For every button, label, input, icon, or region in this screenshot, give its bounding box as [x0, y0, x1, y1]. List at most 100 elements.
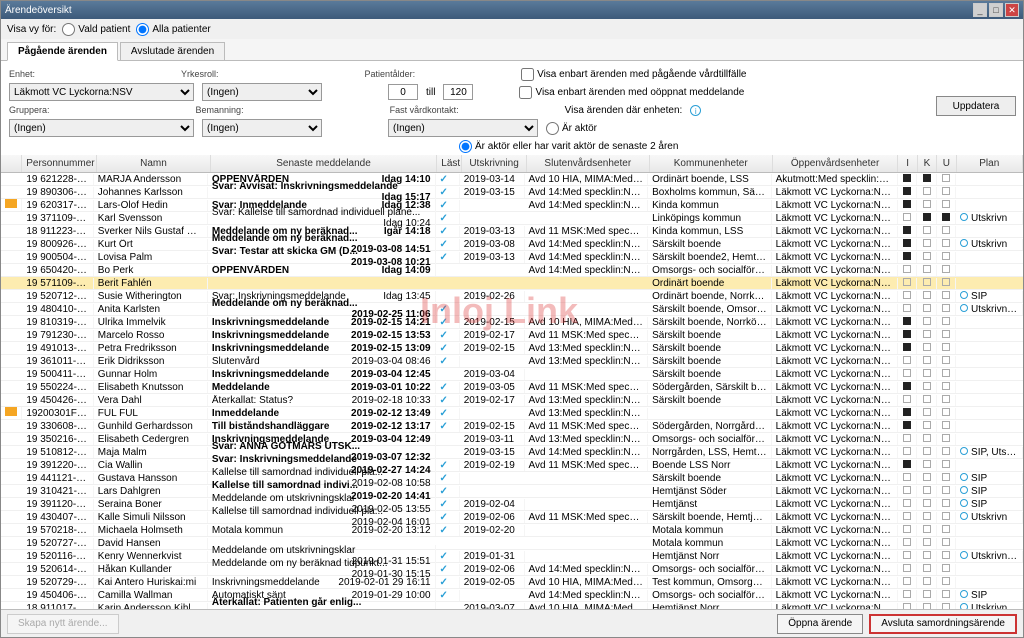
show-label: Visa ärenden där enheten:	[565, 105, 683, 116]
table-row[interactable]: 19 810319-9241Ulrika ImmelvikInskrivning…	[1, 316, 1023, 329]
table-row[interactable]: 19 791230-9296Marcelo RossoInskrivningsm…	[1, 329, 1023, 342]
col-disch[interactable]: Utskrivning	[462, 155, 527, 172]
check-icon: ✓	[440, 252, 448, 263]
table-row[interactable]: 19 800926-9252Kurt ÖrtMeddelande om ny b…	[1, 238, 1023, 251]
cb-meddelande[interactable]: Visa enbart ärenden med oöppnat meddelan…	[519, 86, 744, 99]
check-icon: ✓	[440, 382, 448, 393]
check-icon: ✓	[440, 577, 448, 588]
flag-icon	[5, 407, 17, 416]
col-i[interactable]: I	[898, 155, 917, 172]
tab-pagaende[interactable]: Pågående ärenden	[7, 42, 118, 61]
table-row[interactable]: 19 520727-2252David Hansen Motala kommun…	[1, 537, 1023, 550]
table-row[interactable]: 19 510812-2143Maja MalmSvar: ANNA GÖTMAR…	[1, 446, 1023, 459]
yrkesroll-select[interactable]: (Ingen)	[202, 83, 322, 101]
info-icon[interactable]: i	[690, 105, 701, 116]
col-komm[interactable]: Kommunenheter	[650, 155, 773, 172]
check-icon: ✓	[440, 421, 448, 432]
col-slut[interactable]: Slutenvårdsenheter	[527, 155, 650, 172]
table-row[interactable]: 19 621228-2583MARJA AnderssonÖPPENVÅRDEN…	[1, 173, 1023, 186]
table-row[interactable]: 18 911017-9802Karin Andersson KihlbergÅt…	[1, 602, 1023, 609]
table-row[interactable]: 19 900504-2388Lovisa PalmSvar: Testar at…	[1, 251, 1023, 264]
flag-icon	[5, 199, 17, 208]
table-row[interactable]: 19 371109-9113Karl SvenssonSvar: Kallels…	[1, 212, 1023, 225]
check-icon: ✓	[440, 213, 448, 224]
radio-aktor-2ar[interactable]: Är aktör eller har varit aktör de senast…	[459, 140, 678, 153]
table-row[interactable]: 19 570218-2568Michaela HolmsethMotala ko…	[1, 524, 1023, 537]
table-row[interactable]: 19 450426-9087Vera DahlÅterkallat: Statu…	[1, 394, 1023, 407]
cb-vardtillfalle[interactable]: Visa enbart ärenden med pågående vårdtil…	[521, 68, 746, 81]
check-icon: ✓	[440, 473, 448, 484]
update-button[interactable]: Uppdatera	[936, 96, 1016, 116]
window-title: Ärendeöversikt	[5, 5, 971, 16]
view-for-label: Visa vy för:	[7, 24, 56, 35]
check-icon: ✓	[440, 356, 448, 367]
table-row[interactable]: 19 650420-3792Bo PerkÖPPENVÅRDEN Idag 14…	[1, 264, 1023, 277]
table-row[interactable]: 19 430407-4695Kalle Simuli NilssonKallel…	[1, 511, 1023, 524]
col-name[interactable]: Namn	[97, 155, 211, 172]
table-row[interactable]: 19 571109-2642Berit Fahlén Ordinärt boen…	[1, 277, 1023, 290]
table-row[interactable]: 19 520712-2184Susie WitheringtonSvar: In…	[1, 290, 1023, 303]
tabs: Pågående ärenden Avslutade ärenden	[1, 39, 1023, 61]
table-row[interactable]: 19 450406-9248Camilla WallmanAutomatiskt…	[1, 589, 1023, 602]
check-icon: ✓	[440, 486, 448, 497]
table-row[interactable]: 19 520614-2597Håkan KullanderMeddelande …	[1, 563, 1023, 576]
table-row[interactable]: 19 441121-9183Gustava HanssonKallelse ti…	[1, 472, 1023, 485]
close-coord-button[interactable]: Avsluta samordningsärende	[869, 614, 1017, 634]
fvk-label: Fast vårdkontakt:	[390, 105, 459, 115]
check-icon: ✓	[440, 317, 448, 328]
col-pn[interactable]: Personnummer	[22, 155, 97, 172]
bemanning-select[interactable]: (Ingen)	[202, 119, 322, 137]
table-row[interactable]: 19 391220-7242Cia WallinSvar: Inskrivnin…	[1, 459, 1023, 472]
table-row[interactable]: 19 550224-2887Elisabeth KnutssonMeddelan…	[1, 381, 1023, 394]
table-row[interactable]: 19 310421-9096Lars DahlgrenKallelse till…	[1, 485, 1023, 498]
maximize-button[interactable]: □	[989, 3, 1003, 17]
check-icon: ✓	[440, 343, 448, 354]
check-icon: ✓	[440, 187, 448, 198]
check-icon: ✓	[440, 512, 448, 523]
footer: Skapa nytt ärende... Öppna ärende Avslut…	[1, 609, 1023, 637]
check-icon: ✓	[440, 590, 448, 601]
table-row[interactable]: 19 491013-2507Petra FredrikssonInskrivni…	[1, 342, 1023, 355]
table-row[interactable]: 18 911223-9810Sverker Nils Gustaf Stenlu…	[1, 225, 1023, 238]
till-label: till	[426, 87, 435, 98]
table-row[interactable]: 19 500411-2354Gunnar HolmInskrivningsmed…	[1, 368, 1023, 381]
table-row[interactable]: 19 620317-3056Lars-Olof HedinSvar: Inmed…	[1, 199, 1023, 212]
minimize-button[interactable]: _	[973, 3, 987, 17]
bemanning-label: Bemanning:	[196, 105, 244, 115]
check-icon: ✓	[440, 564, 448, 575]
col-last[interactable]: Läst	[437, 155, 462, 172]
col-k[interactable]: K	[918, 155, 937, 172]
enhet-label: Enhet:	[9, 69, 35, 79]
open-button[interactable]: Öppna ärende	[777, 614, 863, 634]
fvk-select[interactable]: (Ingen)	[388, 119, 538, 137]
table-row[interactable]: 19 520729-9291Kai Antero Huriskai:miInsk…	[1, 576, 1023, 589]
col-msg[interactable]: Senaste meddelande	[211, 155, 438, 172]
table-row[interactable]: 19 330608-6947Gunhild GerhardssonTill bi…	[1, 420, 1023, 433]
check-icon: ✓	[440, 551, 448, 562]
age-from[interactable]	[388, 84, 418, 100]
age-to[interactable]	[443, 84, 473, 100]
enhet-select[interactable]: Läkmott VC Lyckorna:NSV	[9, 83, 194, 101]
tab-avslutade[interactable]: Avslutade ärenden	[120, 42, 225, 60]
table-row[interactable]: 19200301F0000FUL FULInmeddelande 2019-02…	[1, 407, 1023, 420]
radio-aktor[interactable]: Är aktör	[546, 122, 597, 135]
table-row[interactable]: 19 391120-3015Seraina BonerMeddelande om…	[1, 498, 1023, 511]
col-opp[interactable]: Öppenvårdsenheter	[773, 155, 899, 172]
table-row[interactable]: 19 350216-8788Elisabeth CedergrenInskriv…	[1, 433, 1023, 446]
gruppera-select[interactable]: (Ingen)	[9, 119, 194, 137]
view-for-bar: Visa vy för: Vald patient Alla patienter	[1, 19, 1023, 39]
col-u[interactable]: U	[937, 155, 956, 172]
table-row[interactable]: 19 480410-2665Anita KarlstenMeddelande o…	[1, 303, 1023, 316]
check-icon: ✓	[440, 174, 448, 185]
radio-alla-patienter[interactable]: Alla patienter	[136, 23, 210, 36]
table-body[interactable]: 19 621228-2583MARJA AnderssonÖPPENVÅRDEN…	[1, 173, 1023, 609]
table-header: Personnummer Namn Senaste meddelande Läs…	[1, 155, 1023, 173]
table-row[interactable]: 19 890306-9915Johannes KarlssonSvar: Avv…	[1, 186, 1023, 199]
table-row[interactable]: 19 520116-1857Kenry WennerkvistMeddeland…	[1, 550, 1023, 563]
check-icon: ✓	[440, 499, 448, 510]
gruppera-label: Gruppera:	[9, 105, 50, 115]
close-button[interactable]: ✕	[1005, 3, 1019, 17]
table-row[interactable]: 19 361011-9053Erik DidrikssonSlutenvård …	[1, 355, 1023, 368]
radio-vald-patient[interactable]: Vald patient	[62, 23, 130, 36]
col-plan[interactable]: Plan	[957, 155, 1023, 172]
